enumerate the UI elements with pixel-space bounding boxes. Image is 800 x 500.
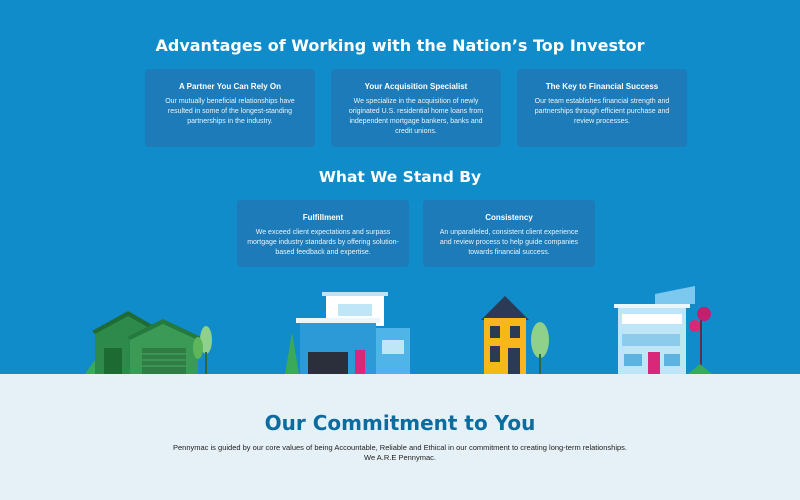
advantage-card-acquisition: Your Acquisition Specialist We specializ… [331, 69, 501, 147]
commitment-line-2: We A.R.E Pennymac. [364, 453, 436, 462]
advantage-card-body: We specialize in the acquisition of newl… [348, 98, 484, 135]
commitment-line-1: Pennymac is guided by our core values of… [173, 443, 627, 452]
advantage-card-title: The Key to Financial Success [545, 82, 659, 91]
advantage-card-title: Your Acquisition Specialist [364, 82, 468, 91]
stand-card-fulfillment: Fulfillment We exceed client expectation… [237, 200, 409, 267]
advantage-card-title: A Partner You Can Rely On [178, 82, 282, 91]
stand-card-title: Fulfillment [302, 213, 344, 222]
commitment-text: Pennymac is guided by our core values of… [0, 443, 800, 463]
advantage-card-body: Our team establishes financial strength … [534, 98, 670, 125]
advantage-card-financial: The Key to Financial Success Our team es… [517, 69, 687, 147]
advantage-card-partner: A Partner You Can Rely On Our mutually b… [145, 69, 315, 147]
advantages-heading: Advantages of Working with the Nation’s … [155, 36, 645, 55]
stand-card-body: An unparalleled, consistent client exper… [439, 229, 579, 256]
stand-by-heading: What We Stand By [318, 168, 482, 186]
blue-townhouse-icon [614, 286, 712, 374]
commitment-title: Our Commitment to You [264, 411, 536, 435]
stand-card-title: Consistency [485, 213, 533, 222]
green-barn-house-icon [85, 311, 212, 374]
advantage-card-body: Our mutually beneficial relationships ha… [165, 98, 295, 125]
stand-card-consistency: Consistency An unparalleled, consistent … [423, 200, 595, 267]
advantages-section: Advantages of Working with the Nation’s … [0, 0, 800, 374]
commitment-section: Our Commitment to You Pennymac is guided… [0, 374, 800, 500]
modern-blue-house-icon [285, 292, 410, 374]
yellow-house-icon [481, 296, 549, 374]
stand-card-body: We exceed client expectations and surpas… [247, 229, 399, 256]
houses-illustration [85, 286, 712, 374]
